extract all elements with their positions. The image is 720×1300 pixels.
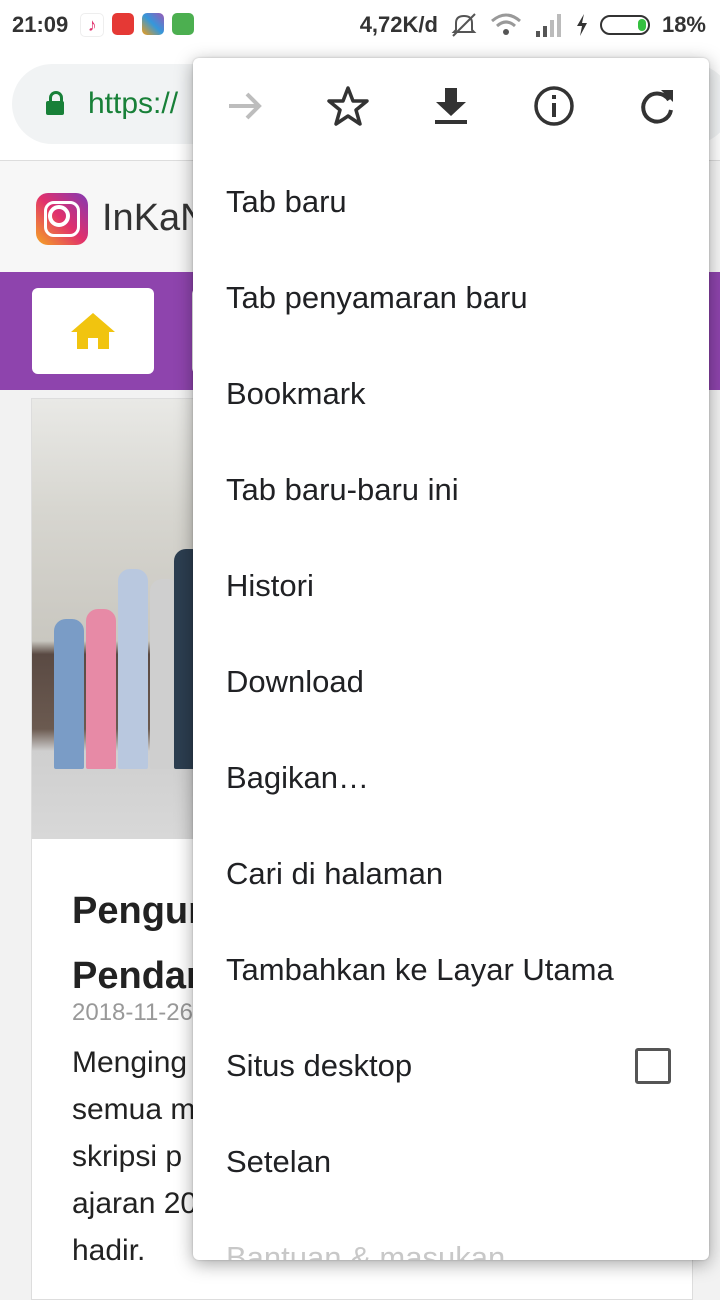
status-bar: 21:09 ♪ 4,72K/d 18% (0, 0, 720, 50)
menu-item-label: Tab baru (226, 184, 347, 219)
tiktok-icon: ♪ (80, 13, 105, 37)
menu-item-settings[interactable]: Setelan (193, 1114, 709, 1210)
battery-level-fill (637, 19, 646, 31)
menu-item-label: Situs desktop (226, 1048, 413, 1083)
menu-item-history[interactable]: Histori (193, 538, 709, 634)
article-title-line: Pengur (72, 890, 203, 932)
menu-item-label: Tambahkan ke Layar Utama (226, 952, 614, 987)
wifi-icon (490, 13, 521, 35)
instagram-logo-icon[interactable] (36, 193, 88, 245)
signal-icon (535, 14, 561, 37)
menu-item-add-to-home-screen[interactable]: Tambahkan ke Layar Utama (193, 922, 709, 1018)
article-date: 2018-11-26 (72, 999, 193, 1026)
menu-list: Tab baru Tab penyamaran baru Bookmark Ta… (193, 154, 709, 1260)
bookmark-button[interactable] (324, 82, 372, 130)
menu-item-label: Bantuan & masukan (226, 1240, 506, 1260)
lock-icon[interactable] (46, 91, 64, 115)
home-button[interactable] (32, 288, 154, 374)
menu-item-new-tab[interactable]: Tab baru (193, 154, 709, 250)
menu-item-share[interactable]: Bagikan… (193, 730, 709, 826)
menu-item-label: Setelan (226, 1144, 332, 1179)
forward-button[interactable] (221, 82, 269, 130)
menu-item-desktop-site[interactable]: Situs desktop (193, 1018, 709, 1114)
network-speed: 4,72K/d (359, 12, 438, 37)
green-app-icon (172, 13, 195, 35)
refresh-icon (641, 90, 673, 124)
gallery-app-icon (142, 13, 165, 35)
home-icon (71, 313, 115, 349)
menu-item-help-feedback[interactable]: Bantuan & masukan (193, 1210, 709, 1260)
photo-person (54, 619, 84, 769)
menu-item-label: Histori (226, 568, 314, 603)
menu-item-label: Download (226, 664, 364, 699)
photo-person (118, 569, 148, 769)
reload-button[interactable] (633, 82, 681, 130)
menu-item-recent-tabs[interactable]: Tab baru-baru ini (193, 442, 709, 538)
download-page-button[interactable] (427, 82, 475, 130)
photo-people (54, 539, 204, 769)
battery-percent: 18% (661, 12, 706, 37)
forward-icon (229, 92, 262, 120)
photo-person (86, 609, 116, 769)
download-icon (435, 88, 467, 124)
menu-item-label: Tab baru-baru ini (226, 472, 459, 507)
site-title[interactable]: InKaN (102, 197, 208, 240)
mute-icon (451, 13, 477, 37)
article-title[interactable]: Pengur Pendar (72, 879, 203, 1008)
bookmark-star-icon (327, 86, 369, 126)
menu-item-label: Tab penyamaran baru (226, 280, 528, 315)
status-time: 21:09 (12, 12, 69, 37)
menu-icon-row (193, 58, 709, 154)
battery-icon (599, 15, 650, 35)
charging-icon (576, 14, 587, 36)
menu-item-incognito-tab[interactable]: Tab penyamaran baru (193, 250, 709, 346)
desktop-site-checkbox[interactable] (635, 1048, 671, 1084)
url-text[interactable]: https:// (88, 87, 178, 121)
menu-item-label: Cari di halaman (226, 856, 444, 891)
menu-item-downloads[interactable]: Download (193, 634, 709, 730)
browser-overflow-menu: Tab baru Tab penyamaran baru Bookmark Ta… (193, 58, 709, 1260)
mail-app-icon (112, 13, 135, 35)
menu-item-label: Bookmark (226, 376, 366, 411)
menu-item-bookmarks[interactable]: Bookmark (193, 346, 709, 442)
menu-item-label: Bagikan… (226, 760, 370, 795)
info-icon (534, 86, 574, 126)
page-info-button[interactable] (530, 82, 578, 130)
menu-item-find-in-page[interactable]: Cari di halaman (193, 826, 709, 922)
notification-icons: ♪ (80, 13, 195, 37)
